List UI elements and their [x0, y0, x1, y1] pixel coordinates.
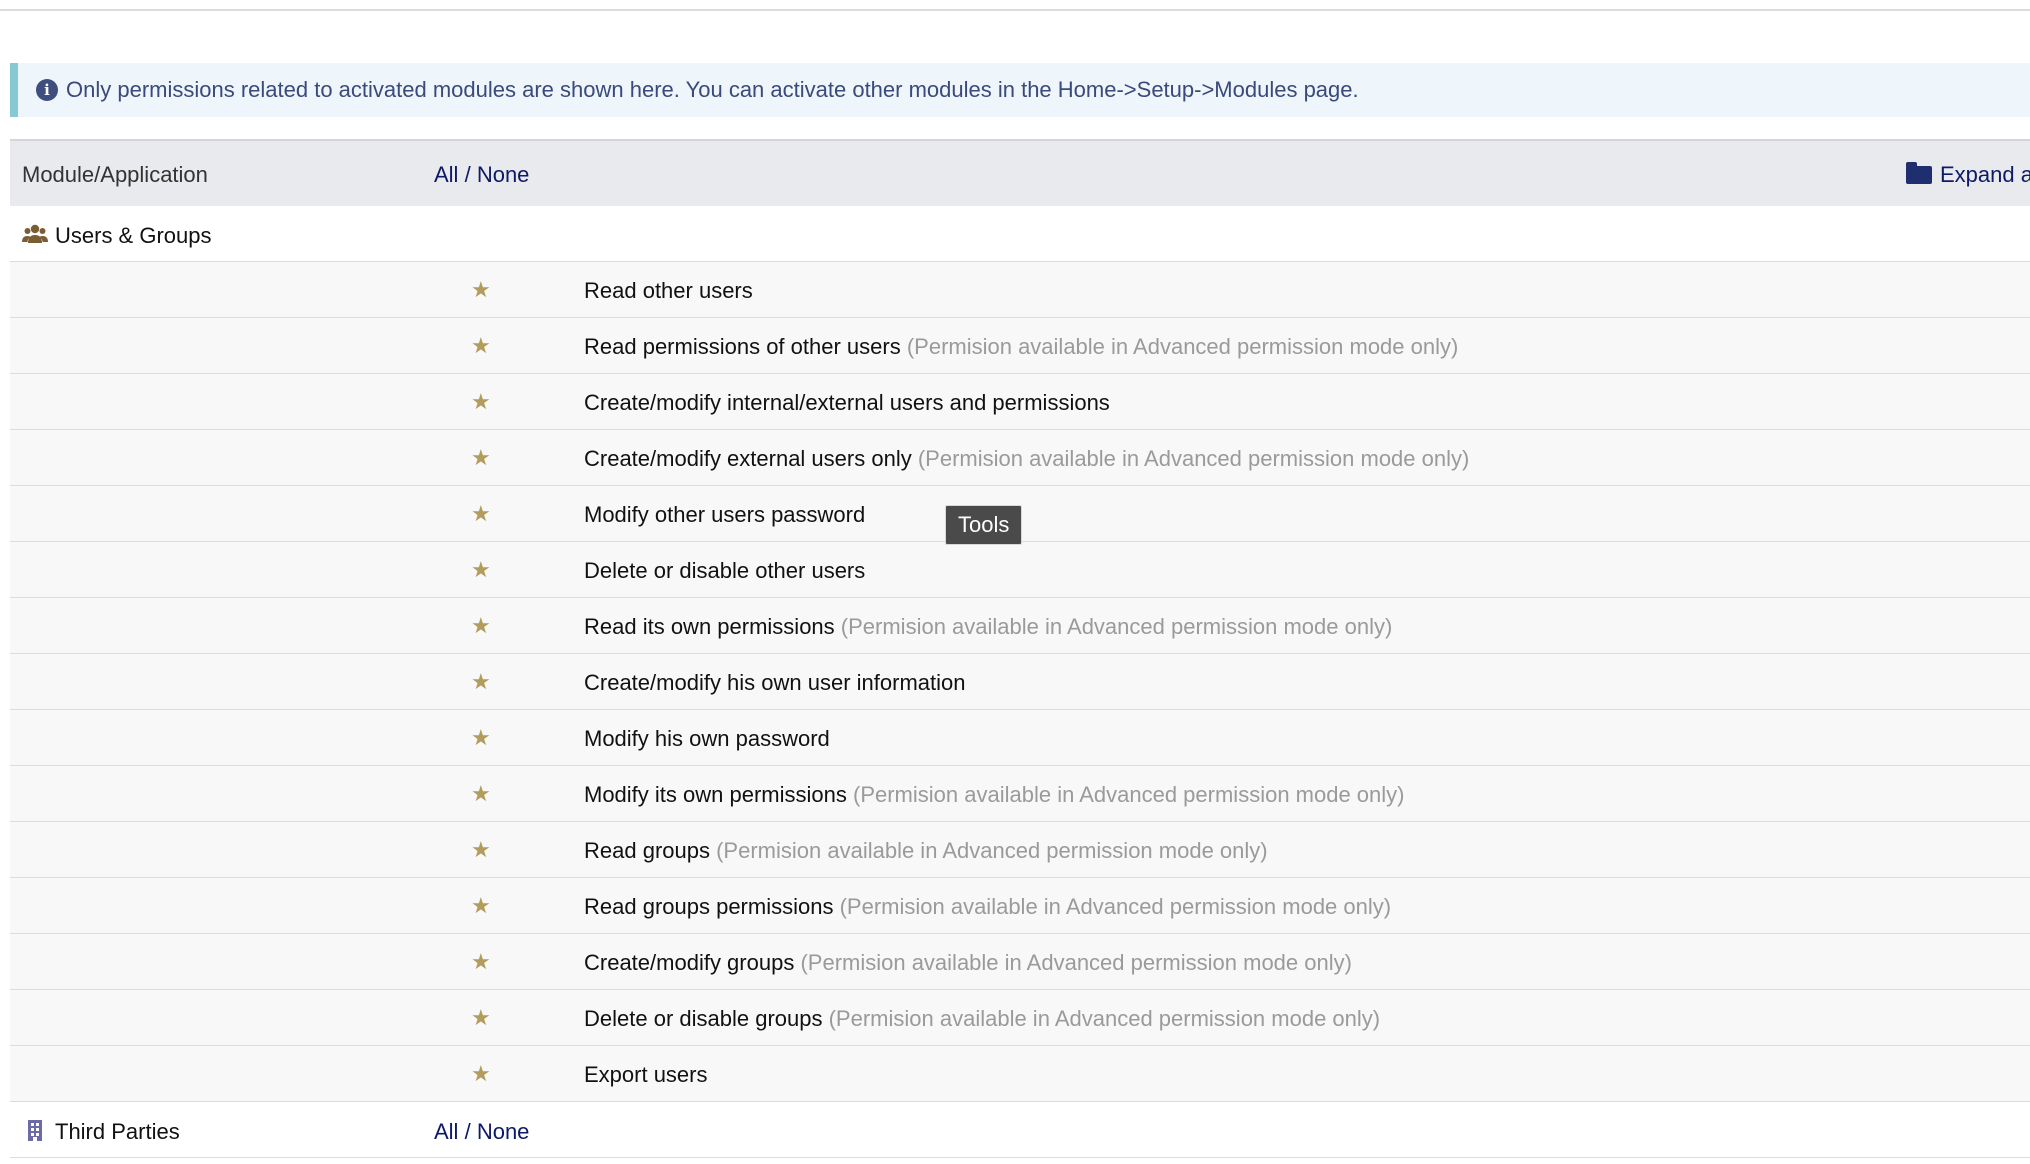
- permission-label: Read groups: [584, 838, 710, 863]
- star-icon[interactable]: ★: [471, 613, 491, 639]
- permission-row[interactable]: ★ Delete or disable groups (Permision ava…: [10, 990, 2030, 1046]
- permission-note: (Permision available in Advanced permiss…: [906, 334, 1459, 359]
- permission-text: Create/modify external users only (Permi…: [584, 446, 1469, 472]
- permission-label: Modify other users password: [584, 502, 866, 527]
- permission-text: Create/modify internal/external users an…: [584, 390, 1110, 416]
- tools-tooltip: Tools: [945, 505, 1023, 545]
- star-icon[interactable]: ★: [471, 949, 491, 975]
- permission-row[interactable]: ★ Delete or disable other users: [10, 542, 2030, 598]
- star-icon[interactable]: ★: [471, 389, 491, 415]
- star-icon[interactable]: ★: [471, 333, 491, 359]
- permission-note: (Permision available in Advanced permiss…: [716, 838, 1268, 863]
- star-icon[interactable]: ★: [471, 893, 491, 919]
- header-all-none: All / None: [434, 162, 529, 188]
- permission-text: Read groups (Permision available in Adva…: [584, 838, 1268, 864]
- permission-note: (Permision available in Advanced permiss…: [828, 1006, 1381, 1031]
- permission-text: Create/modify groups (Permision availabl…: [584, 950, 1352, 976]
- permission-row[interactable]: ★ Read groups permissions (Permision avai…: [10, 878, 2030, 934]
- permission-text: Read groups permissions (Permision avail…: [584, 894, 1391, 920]
- permission-label: Read permissions of other users: [584, 334, 901, 359]
- top-divider: [0, 9, 2030, 11]
- table-header: Module/Application All / None Expand a: [10, 139, 2030, 206]
- permission-label: Read other users: [584, 278, 753, 303]
- permission-list: ★ Read other users ★ Read permissions of ot…: [10, 262, 2030, 1102]
- permission-row[interactable]: ★ Modify his own password: [10, 710, 2030, 766]
- folder-open-icon: [1906, 162, 1932, 184]
- module-column-header: Module/Application: [22, 162, 208, 187]
- permission-row[interactable]: ★ Create/modify external users only (Perm…: [10, 430, 2030, 486]
- star-icon[interactable]: ★: [471, 725, 491, 751]
- permission-text: Read permissions of other users (Permisi…: [584, 334, 1458, 360]
- permission-text: Read its own permissions (Permision avai…: [584, 614, 1392, 640]
- permission-label: Export users: [584, 1062, 708, 1087]
- permission-label: Create/modify external users only: [584, 446, 912, 471]
- permission-label: Create/modify his own user information: [584, 670, 966, 695]
- permission-note: (Permision available in Advanced permiss…: [800, 950, 1352, 975]
- star-icon[interactable]: ★: [471, 781, 491, 807]
- select-all-link[interactable]: All: [434, 1119, 458, 1144]
- module-all-none: All / None: [434, 1119, 529, 1145]
- permission-text: Export users: [584, 1062, 708, 1088]
- star-icon[interactable]: ★: [471, 669, 491, 695]
- permission-note: (Permision available in Advanced permiss…: [840, 614, 1393, 639]
- star-icon[interactable]: ★: [471, 277, 491, 303]
- permissions-table: Module/Application All / None Expand a U…: [10, 139, 2030, 1158]
- permission-note: (Permision available in Advanced permiss…: [917, 446, 1470, 471]
- permission-row[interactable]: ★ Read its own permissions (Permision ava…: [10, 598, 2030, 654]
- building-icon: [28, 1120, 42, 1141]
- permission-label: Delete or disable groups: [584, 1006, 823, 1031]
- info-banner: i Only permissions related to activated …: [10, 63, 2030, 117]
- module-label: Users & Groups: [55, 223, 212, 248]
- star-icon[interactable]: ★: [471, 1061, 491, 1087]
- permission-text: Modify his own password: [584, 726, 830, 752]
- select-none-link[interactable]: None: [477, 1119, 530, 1144]
- select-none-link[interactable]: None: [477, 162, 530, 187]
- permission-note: (Permision available in Advanced permiss…: [853, 782, 1405, 807]
- permission-label: Delete or disable other users: [584, 558, 866, 583]
- module-label: Third Parties: [55, 1119, 180, 1144]
- star-icon[interactable]: ★: [471, 445, 491, 471]
- permission-row[interactable]: ★ Read permissions of other users (Permis…: [10, 318, 2030, 374]
- expand-all-link[interactable]: Expand a: [1906, 162, 2030, 188]
- star-icon[interactable]: ★: [471, 557, 491, 583]
- permissions-page: i Only permissions related to activated …: [0, 0, 2030, 1164]
- info-message: Only permissions related to activated mo…: [66, 77, 1359, 102]
- permission-row[interactable]: ★ Create/modify internal/external users a…: [10, 374, 2030, 430]
- star-icon[interactable]: ★: [471, 1005, 491, 1031]
- permission-row[interactable]: ★ Read other users: [10, 262, 2030, 318]
- permission-row[interactable]: ★ Create/modify his own user information: [10, 654, 2030, 710]
- all-none-separator: /: [464, 162, 471, 187]
- permission-label: Create/modify groups: [584, 950, 795, 975]
- permission-text: Modify its own permissions (Permision av…: [584, 782, 1405, 808]
- star-icon[interactable]: ★: [471, 837, 491, 863]
- permission-row[interactable]: ★ Read groups (Permision available in Adv…: [10, 822, 2030, 878]
- tooltip-text: Tools: [958, 512, 1010, 537]
- users-icon: [22, 224, 48, 243]
- permission-text: Modify other users password: [584, 502, 865, 528]
- permission-text: Delete or disable other users: [584, 558, 865, 584]
- module-row-users-groups[interactable]: Users & Groups: [10, 206, 2030, 262]
- permission-text: Delete or disable groups (Permision avai…: [584, 1006, 1380, 1032]
- expand-all-label: Expand a: [1940, 162, 2030, 187]
- permission-note: (Permision available in Advanced permiss…: [839, 894, 1392, 919]
- permission-label: Read its own permissions: [584, 614, 835, 639]
- module-row-third-parties[interactable]: Third Parties All / None: [10, 1102, 2030, 1158]
- permission-text: Read other users: [584, 278, 753, 304]
- info-icon: i: [36, 79, 58, 101]
- permission-label: Modify his own password: [584, 726, 830, 751]
- permission-row[interactable]: ★ Create/modify groups (Permision availab…: [10, 934, 2030, 990]
- permission-label: Modify its own permissions: [584, 782, 847, 807]
- all-none-separator: /: [464, 1119, 471, 1144]
- permission-row[interactable]: ★ Export users: [10, 1046, 2030, 1102]
- star-icon[interactable]: ★: [471, 501, 491, 527]
- permission-text: Create/modify his own user information: [584, 670, 966, 696]
- permission-row[interactable]: ★ Modify its own permissions (Permision a…: [10, 766, 2030, 822]
- permission-label: Create/modify internal/external users an…: [584, 390, 1110, 415]
- permission-label: Read groups permissions: [584, 894, 834, 919]
- select-all-link[interactable]: All: [434, 162, 458, 187]
